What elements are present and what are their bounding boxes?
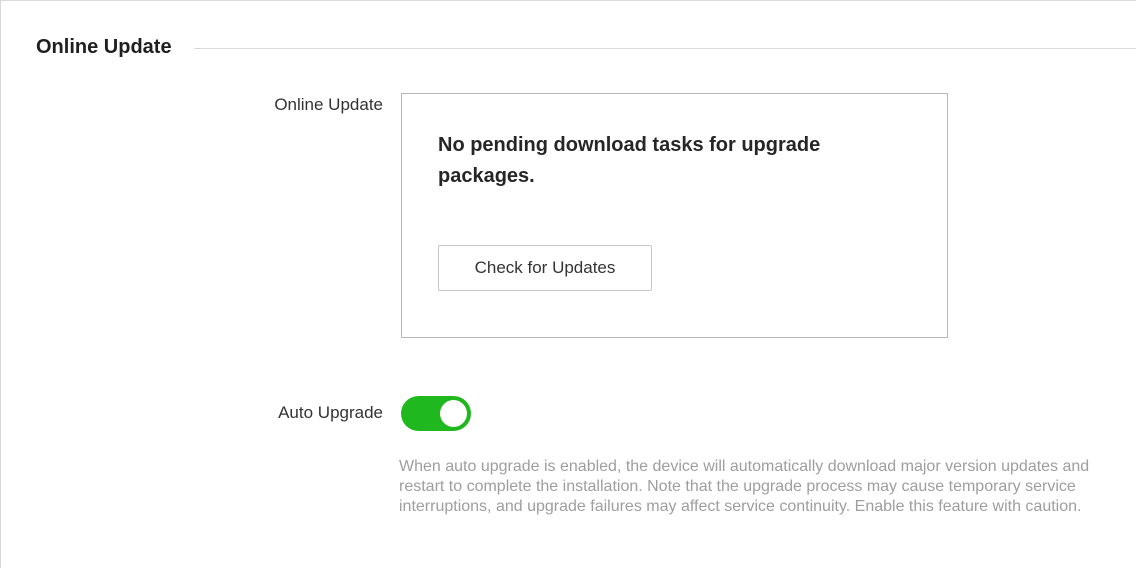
auto-upgrade-toggle[interactable] [401, 396, 471, 431]
section-title: Online Update [36, 35, 172, 58]
online-update-page: Online Update Online Update No pending d… [0, 0, 1136, 568]
section-divider [193, 47, 1136, 49]
update-status-message: No pending download tasks for upgrade pa… [438, 134, 821, 187]
auto-upgrade-description: When auto upgrade is enabled, the device… [399, 458, 1090, 515]
toggle-knob [440, 400, 467, 427]
auto-upgrade-label: Auto Upgrade [278, 403, 383, 422]
check-for-updates-button[interactable]: Check for Updates [438, 245, 652, 291]
online-update-panel: No pending download tasks for upgrade pa… [401, 93, 948, 338]
section-header: Online Update [36, 33, 1136, 61]
online-update-label: Online Update [274, 95, 383, 114]
